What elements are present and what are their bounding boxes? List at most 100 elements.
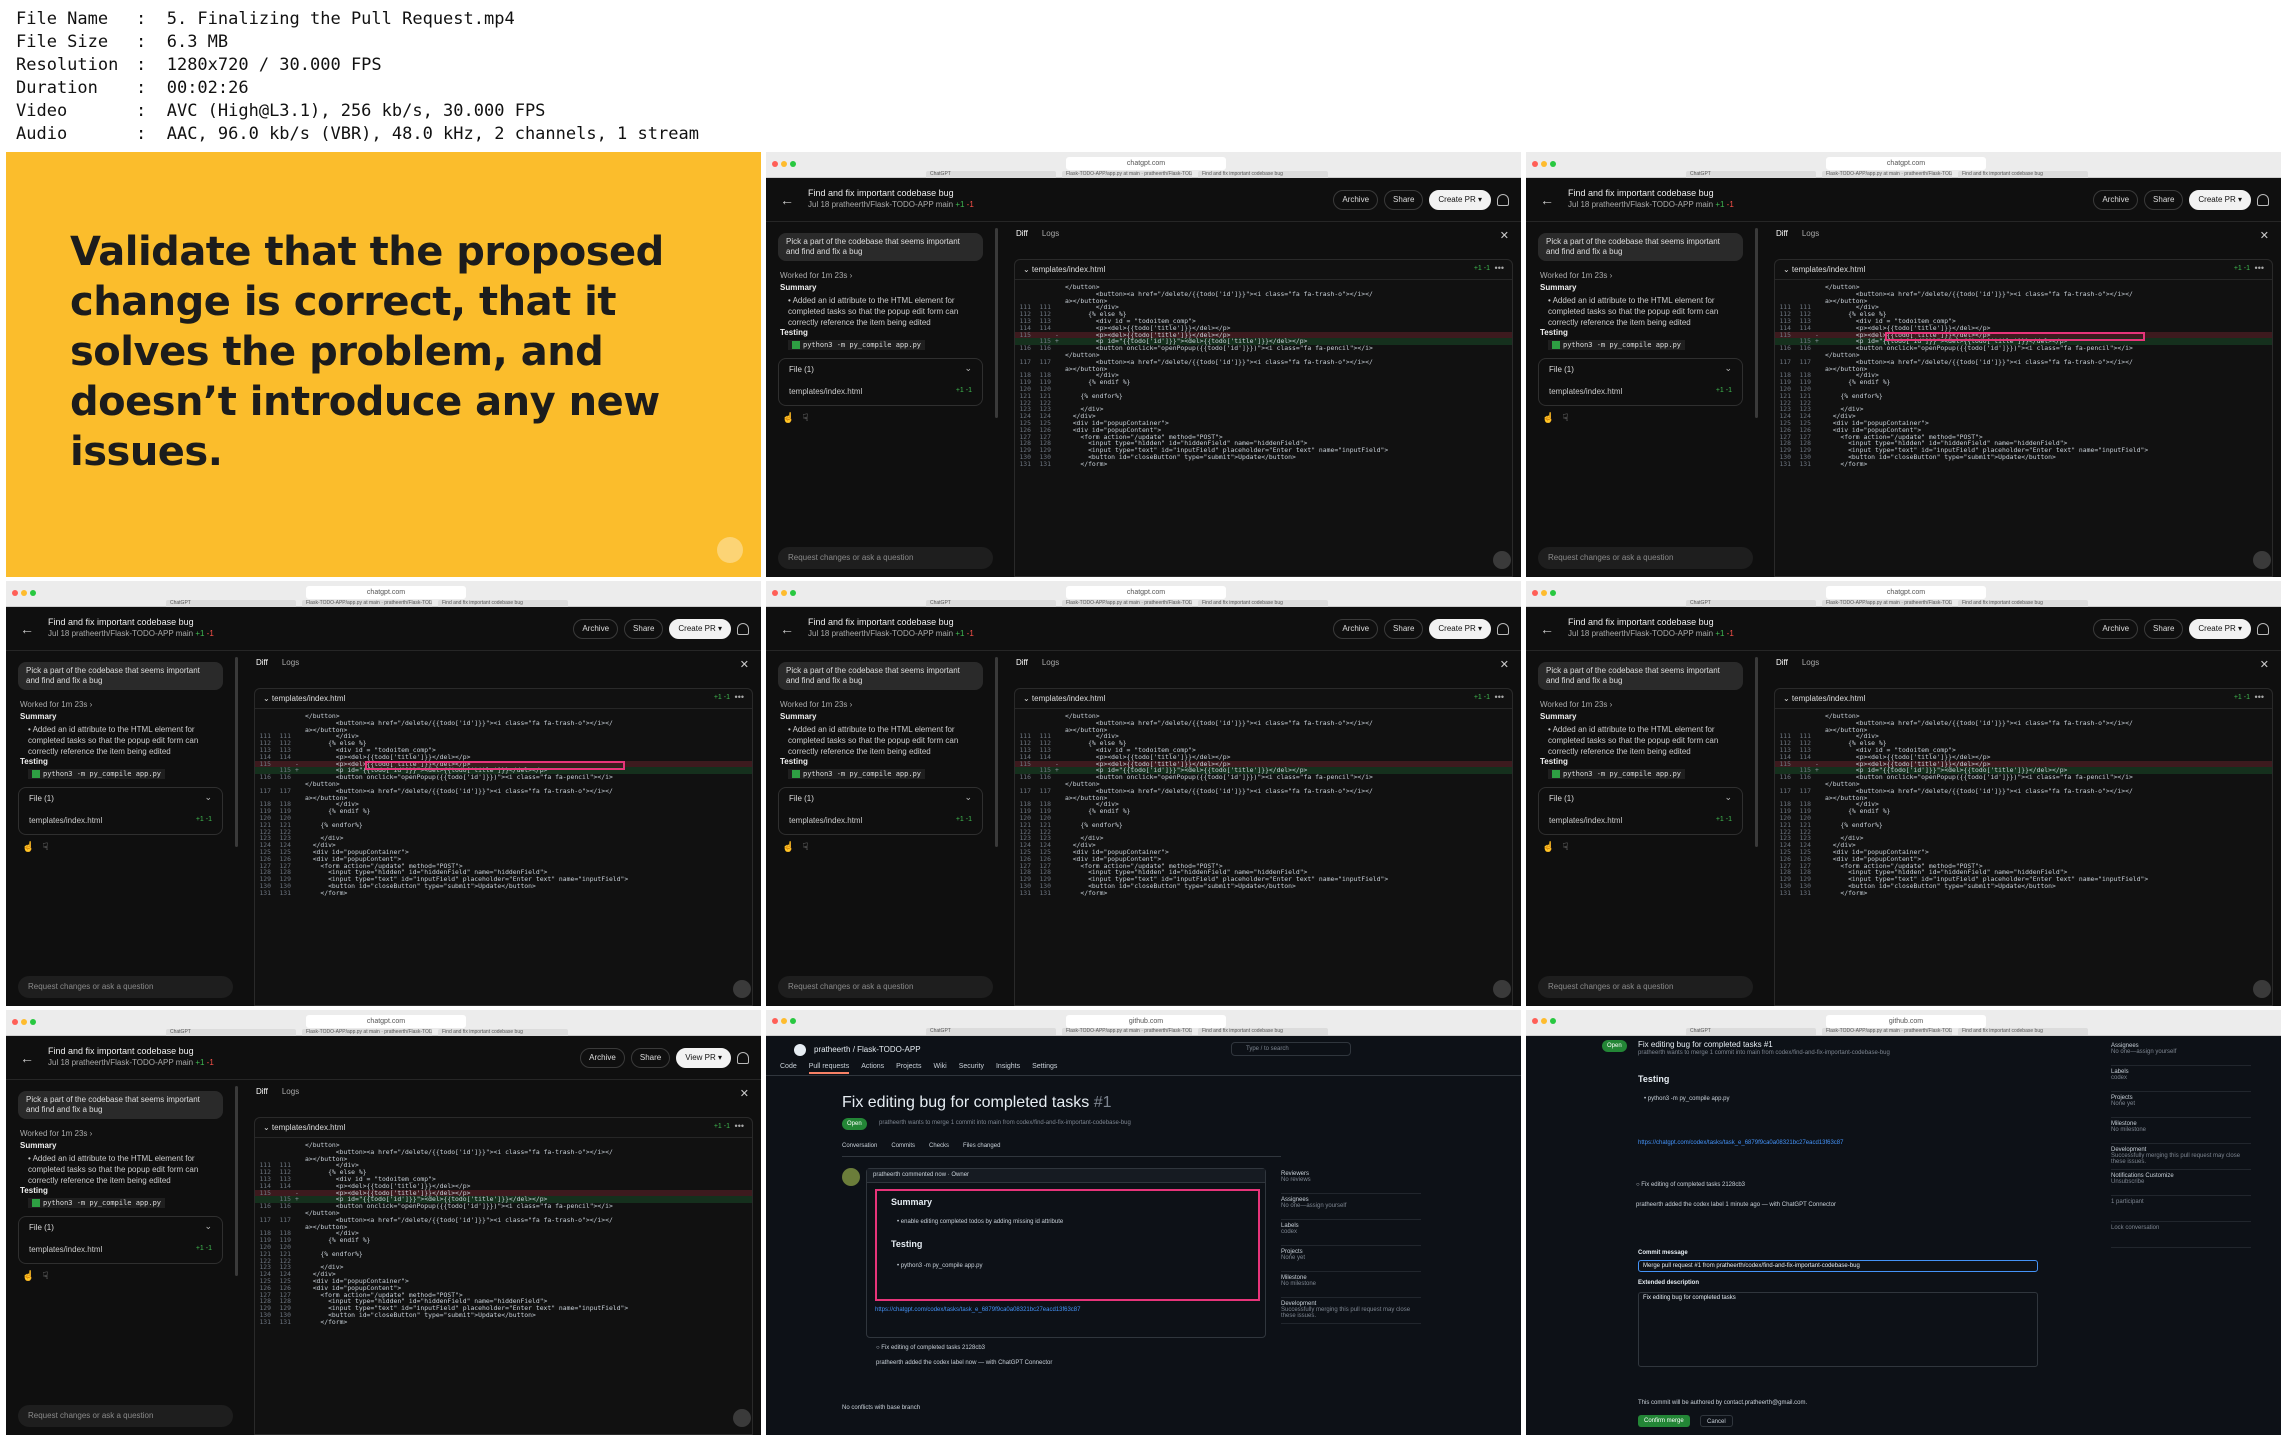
chevron-down-icon[interactable]: ⌄ [1724, 792, 1732, 803]
window-button[interactable] [781, 1018, 787, 1024]
chevron-down-icon[interactable]: ⌄ [204, 1221, 212, 1232]
confirm-merge-button[interactable]: Confirm merge [1638, 1415, 1690, 1427]
browser-tab[interactable]: ChatGPT [926, 1028, 1056, 1035]
window-button[interactable] [12, 1019, 18, 1025]
sidebar-section[interactable]: Reviewers No reviews [1281, 1168, 1421, 1194]
files-card[interactable]: File (1) ⌄ templates/index.html +1 -1 [18, 1216, 223, 1264]
browser-tab[interactable]: ChatGPT [166, 1029, 296, 1036]
tab-diff[interactable]: Diff [1776, 229, 1788, 238]
tab-logs[interactable]: Logs [282, 1087, 299, 1096]
browser-tab[interactable]: Find and fix important codebase bug [438, 600, 568, 607]
commit-entry[interactable]: ○ Fix editing of completed tasks 2128cb3 [876, 1345, 985, 1351]
file-name[interactable]: templates/index.html [29, 1245, 102, 1254]
sidebar-section[interactable]: Assignees No one—assign yourself [2111, 1040, 2251, 1066]
window-button[interactable] [781, 161, 787, 167]
cancel-button[interactable]: Cancel [1700, 1415, 1733, 1427]
sidebar-section[interactable]: Development Successfully merging this pul… [1281, 1298, 1421, 1324]
window-button[interactable] [12, 590, 18, 596]
sidebar-section[interactable]: Projects None yet [2111, 1092, 2251, 1118]
nav-tab[interactable]: Settings [1032, 1063, 1057, 1070]
window-button[interactable] [772, 1018, 778, 1024]
files-card[interactable]: File (1) ⌄ templates/index.html +1 -1 [1538, 787, 1743, 835]
tab-logs[interactable]: Logs [1042, 658, 1059, 667]
sidebar-section[interactable]: Projects None yet [1281, 1246, 1421, 1272]
nav-tab[interactable]: Pull requests [808, 1063, 850, 1074]
share-button[interactable]: Share [630, 1048, 671, 1068]
pr-tab[interactable]: Commits [891, 1143, 915, 1149]
chevron-down-icon[interactable]: ⌄ [964, 363, 972, 374]
commit-entry[interactable]: ○ Fix editing of completed tasks 2128cb3 [1636, 1182, 1745, 1188]
feedback-icons[interactable]: ☝☟ [782, 413, 817, 424]
scrollbar[interactable] [1755, 228, 1758, 418]
view-pr-button[interactable]: View PR ▾ [676, 1048, 731, 1068]
create-pr-button[interactable]: Create PR ▾ [2189, 619, 2251, 639]
window-button[interactable] [30, 590, 36, 596]
browser-tab[interactable]: Flask-TODO-APP/app.py at main · pratheer… [302, 1029, 432, 1036]
tab-diff[interactable]: Diff [1016, 658, 1028, 667]
back-arrow-icon[interactable]: ← [780, 621, 794, 637]
back-arrow-icon[interactable]: ← [1540, 192, 1554, 208]
chevron-down-icon[interactable]: ⌄ [1724, 363, 1732, 374]
browser-tab[interactable]: Find and fix important codebase bug [1198, 600, 1328, 607]
scrollbar[interactable] [235, 1086, 238, 1276]
window-button[interactable] [790, 161, 796, 167]
worked-duration[interactable]: Worked for 1m 23s › [780, 700, 852, 709]
ask-input[interactable]: Request changes or ask a question [778, 547, 993, 569]
address-bar[interactable]: github.com [1826, 1015, 1986, 1028]
send-button[interactable] [1493, 980, 1511, 998]
window-button[interactable] [1541, 1018, 1547, 1024]
create-pr-button[interactable]: Create PR ▾ [669, 619, 731, 639]
send-button[interactable] [2253, 980, 2271, 998]
share-button[interactable]: Share [624, 619, 664, 639]
send-button[interactable] [1493, 551, 1511, 569]
share-button[interactable]: Share [2144, 619, 2184, 639]
browser-tab[interactable]: Find and fix important codebase bug [1958, 600, 2088, 607]
window-button[interactable] [1550, 1018, 1556, 1024]
send-button[interactable] [733, 1409, 751, 1427]
feedback-icons[interactable]: ☝☟ [22, 1271, 57, 1282]
file-name[interactable]: templates/index.html [29, 816, 102, 825]
close-icon[interactable]: ✕ [740, 1087, 749, 1100]
browser-tab[interactable]: Flask-TODO-APP/app.py at main · pratheer… [1822, 171, 1952, 178]
more-options-icon[interactable]: ••• [1495, 692, 1504, 702]
address-bar[interactable]: chatgpt.com [1826, 586, 1986, 599]
address-bar[interactable]: chatgpt.com [1066, 586, 1226, 599]
notification-bell-icon[interactable] [2257, 194, 2269, 206]
more-options-icon[interactable]: ••• [2255, 263, 2264, 273]
feedback-icons[interactable]: ☝☟ [1542, 413, 1577, 424]
close-icon[interactable]: ✕ [2260, 658, 2269, 671]
browser-tab[interactable]: Find and fix important codebase bug [438, 1029, 568, 1036]
archive-button[interactable]: Archive [580, 1048, 625, 1068]
browser-tab[interactable]: Flask-TODO-APP/app.py at main · pratheer… [1062, 600, 1192, 607]
browser-tab[interactable]: Find and fix important codebase bug [1198, 171, 1328, 178]
tab-diff[interactable]: Diff [1016, 229, 1028, 238]
nav-tab[interactable]: Code [780, 1063, 797, 1070]
chevron-down-icon[interactable]: ⌄ [964, 792, 972, 803]
archive-button[interactable]: Archive [2093, 619, 2139, 639]
window-button[interactable] [1532, 161, 1538, 167]
file-name[interactable]: templates/index.html [1549, 387, 1622, 396]
commit-message-input[interactable]: Merge pull request #1 from pratheerth/co… [1638, 1260, 2038, 1272]
worked-duration[interactable]: Worked for 1m 23s › [780, 271, 852, 280]
address-bar[interactable]: chatgpt.com [1826, 157, 1986, 170]
notification-bell-icon[interactable] [1497, 194, 1509, 206]
worked-duration[interactable]: Worked for 1m 23s › [20, 1129, 92, 1138]
task-link[interactable]: https://chatgpt.com/codex/tasks/task_e_6… [875, 1307, 1080, 1313]
back-arrow-icon[interactable]: ← [1540, 621, 1554, 637]
browser-tab[interactable]: Flask-TODO-APP/app.py at main · pratheer… [302, 600, 432, 607]
tab-logs[interactable]: Logs [1042, 229, 1059, 238]
sidebar-section[interactable]: Development Successfully merging this pul… [2111, 1144, 2251, 1170]
task-link[interactable]: https://chatgpt.com/codex/tasks/task_e_6… [1638, 1140, 1843, 1146]
sidebar-section[interactable]: Milestone No milestone [2111, 1118, 2251, 1144]
nav-tab[interactable]: Projects [896, 1063, 921, 1070]
tab-logs[interactable]: Logs [1802, 229, 1819, 238]
files-card[interactable]: File (1) ⌄ templates/index.html +1 -1 [1538, 358, 1743, 406]
address-bar[interactable]: chatgpt.com [306, 586, 466, 599]
window-button[interactable] [21, 590, 27, 596]
archive-button[interactable]: Archive [2093, 190, 2139, 210]
window-button[interactable] [1541, 590, 1547, 596]
lock-conversation-button[interactable]: Lock conversation [2111, 1222, 2251, 1248]
send-button[interactable] [2253, 551, 2271, 569]
tab-logs[interactable]: Logs [282, 658, 299, 667]
window-button[interactable] [790, 590, 796, 596]
